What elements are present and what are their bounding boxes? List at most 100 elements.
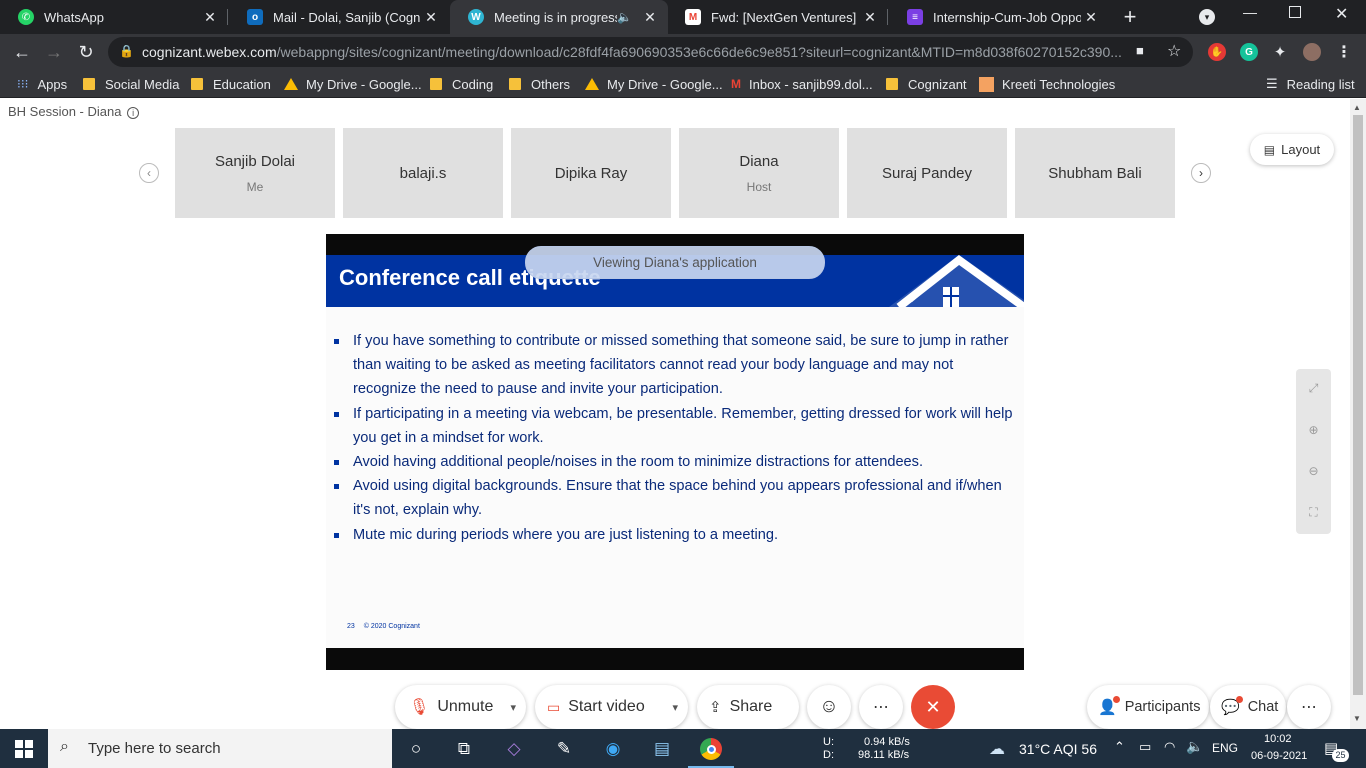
tab-gmail[interactable]: M Fwd: [NextGen Ventures] Rec ✕ — [667, 0, 888, 34]
gmail-icon: M — [685, 9, 701, 25]
bookmark-kreeti[interactable]: Kreeti Technologies — [979, 76, 1115, 92]
new-tab-icon[interactable]: + — [1118, 5, 1142, 29]
reading-list[interactable]: ☰ Reading list — [1266, 76, 1355, 92]
fit-to-window-icon[interactable]: ⛶ — [1296, 502, 1331, 522]
participant-tile[interactable]: Dipika Ray — [511, 128, 671, 218]
fullscreen-icon[interactable]: ⤢ — [1296, 378, 1331, 398]
slide-page-number: 23 — [347, 623, 355, 630]
bookmark-education[interactable]: Education — [191, 76, 271, 92]
folder-icon — [509, 78, 521, 90]
zoom-out-icon[interactable]: ⊖ — [1296, 461, 1331, 481]
participant-tile[interactable]: balaji.s — [343, 128, 503, 218]
participants-button[interactable]: 👤 Participants — [1087, 685, 1209, 729]
back-icon[interactable]: ← — [10, 40, 34, 64]
tab-whatsapp[interactable]: ✆ WhatsApp ✕ — [0, 0, 228, 34]
speaker-icon[interactable]: 🔈 — [617, 10, 632, 24]
layout-button[interactable]: ▤ Layout — [1250, 134, 1334, 165]
end-call-button[interactable]: ✕ — [911, 685, 955, 729]
address-bar[interactable]: 🔒 cognizant.webex.com /webappng/sites/co… — [108, 37, 1193, 67]
forms-icon: ≡ — [907, 9, 923, 25]
camera-in-use-icon[interactable]: ■ — [1136, 43, 1144, 58]
forward-icon[interactable]: → — [42, 40, 66, 64]
tab-search-icon[interactable]: ▾ — [1199, 9, 1215, 25]
share-button[interactable]: ⇪ Share — [697, 685, 799, 729]
bookmark-coding[interactable]: Coding — [430, 76, 493, 92]
chevron-down-icon[interactable]: ▾ — [510, 701, 516, 714]
bookmark-social-media[interactable]: Social Media — [83, 76, 179, 92]
scroll-thumb[interactable] — [1353, 115, 1363, 695]
tab-webex-meeting[interactable]: W Meeting is in progress... 🔈 ✕ — [450, 0, 668, 34]
participants-next-icon[interactable]: › — [1191, 163, 1211, 183]
chat-button[interactable]: 💬 Chat — [1210, 685, 1286, 729]
bookmark-others[interactable]: Others — [509, 76, 570, 92]
taskbar-search-box[interactable]: ⌕ Type here to search — [48, 729, 392, 768]
volume-icon[interactable]: 🔈 — [1186, 738, 1203, 755]
weather-text[interactable]: 31°C AQI 56 — [1019, 741, 1097, 757]
clock-time[interactable]: 10:02 — [1264, 733, 1292, 745]
unmute-button[interactable]: 🎙 Unmute ▾ — [395, 685, 526, 729]
bookmark-apps[interactable]: ⁝⁝⁝ Apps — [17, 76, 67, 92]
bookmark-star-icon[interactable]: ☆ — [1167, 41, 1181, 61]
chevron-down-icon[interactable]: ▾ — [672, 701, 678, 714]
windows-taskbar: ⌕ Type here to search ○ ⧉ ◇ ✎ ◉ ▤ U: D: … — [0, 729, 1366, 768]
language-indicator[interactable]: ENG — [1212, 741, 1238, 755]
participant-tile[interactable]: Shubham Bali — [1015, 128, 1175, 218]
restore-icon[interactable] — [1289, 6, 1301, 18]
chrome-logo — [700, 738, 722, 760]
zoom-in-icon[interactable]: ⊕ — [1296, 420, 1331, 440]
tab-divider — [227, 9, 228, 25]
close-icon[interactable]: ✕ — [860, 9, 880, 26]
browser-menu-icon[interactable]: ⋮ — [1335, 43, 1353, 61]
zoom-panel: ⤢ ⊕ ⊖ ⛶ — [1296, 369, 1331, 534]
close-icon[interactable]: ✕ — [200, 9, 220, 26]
page-scrollbar[interactable]: ▲ ▼ — [1350, 99, 1366, 729]
more-options-label: ⋯ — [873, 699, 889, 716]
minimize-icon[interactable]: — — [1243, 4, 1257, 20]
bookmark-label: Inbox - sanjib99.dol... — [749, 76, 873, 92]
tray-chevron-up-icon[interactable]: ⌃ — [1114, 739, 1125, 755]
participants-prev-icon[interactable]: ‹ — [139, 163, 159, 183]
scroll-up-icon[interactable]: ▲ — [1353, 103, 1361, 112]
lock-icon[interactable]: 🔒 — [119, 44, 134, 58]
participant-tile[interactable]: Suraj Pandey — [847, 128, 1007, 218]
visual-studio-icon[interactable]: ◇ — [500, 735, 528, 763]
tab-outlook-mail[interactable]: o Mail - Dolai, Sanjib (Cognizan ✕ — [229, 0, 449, 34]
task-view-icon[interactable]: ⧉ — [450, 735, 478, 763]
close-icon[interactable]: ✕ — [640, 9, 660, 26]
bookmark-label: Others — [531, 76, 571, 92]
bookmark-gmail-inbox[interactable]: M Inbox - sanjib99.dol... — [731, 76, 873, 92]
gmail-icon: M — [731, 77, 741, 91]
reactions-button[interactable]: ☺ — [807, 685, 851, 729]
reload-icon[interactable]: ↻ — [74, 40, 98, 64]
more-options-button[interactable]: ⋯ — [859, 685, 903, 729]
window-close-icon[interactable]: ✕ — [1335, 4, 1348, 24]
bookmark-google-drive-1[interactable]: My Drive - Google... — [284, 76, 422, 92]
bookmark-google-drive-2[interactable]: My Drive - Google... — [585, 76, 723, 92]
cortana-icon[interactable]: ○ — [402, 735, 430, 763]
participant-name: Diana — [739, 152, 779, 170]
tools-app-icon[interactable]: ✎ — [550, 735, 578, 763]
extension-stop-icon[interactable]: ✋ — [1208, 43, 1226, 61]
panel-more-button[interactable]: ⋯ — [1287, 685, 1331, 729]
start-video-button[interactable]: ▭ Start video ▾ — [535, 685, 688, 729]
chrome-icon[interactable] — [697, 735, 725, 763]
tab-google-forms[interactable]: ≡ Internship-Cum-Job Opportu ✕ — [889, 0, 1109, 34]
bookmark-cognizant[interactable]: Cognizant — [886, 76, 967, 92]
extensions-puzzle-icon[interactable]: ✦ — [1271, 43, 1289, 61]
close-icon[interactable]: ✕ — [421, 9, 441, 26]
scroll-down-icon[interactable]: ▼ — [1353, 714, 1361, 723]
wifi-icon[interactable]: ◠ — [1164, 739, 1175, 755]
participant-tile[interactable]: Sanjib Dolai Me — [175, 128, 335, 218]
file-manager-icon[interactable]: ▤ — [648, 735, 676, 763]
edge-icon[interactable]: ◉ — [599, 735, 627, 763]
grammarly-icon[interactable]: G — [1240, 43, 1258, 61]
windows-start-icon[interactable] — [10, 735, 38, 763]
muted-microphone-icon: 🎙 — [409, 699, 430, 716]
info-icon[interactable]: i — [127, 107, 140, 119]
battery-icon[interactable]: ▭ — [1139, 739, 1151, 755]
weather-cloud-icon[interactable]: ☁ — [989, 739, 1005, 759]
participant-tile[interactable]: Diana Host — [679, 128, 839, 218]
clock-date[interactable]: 06-09-2021 — [1251, 750, 1307, 762]
close-icon[interactable]: ✕ — [1081, 9, 1101, 26]
profile-avatar[interactable] — [1303, 43, 1321, 61]
